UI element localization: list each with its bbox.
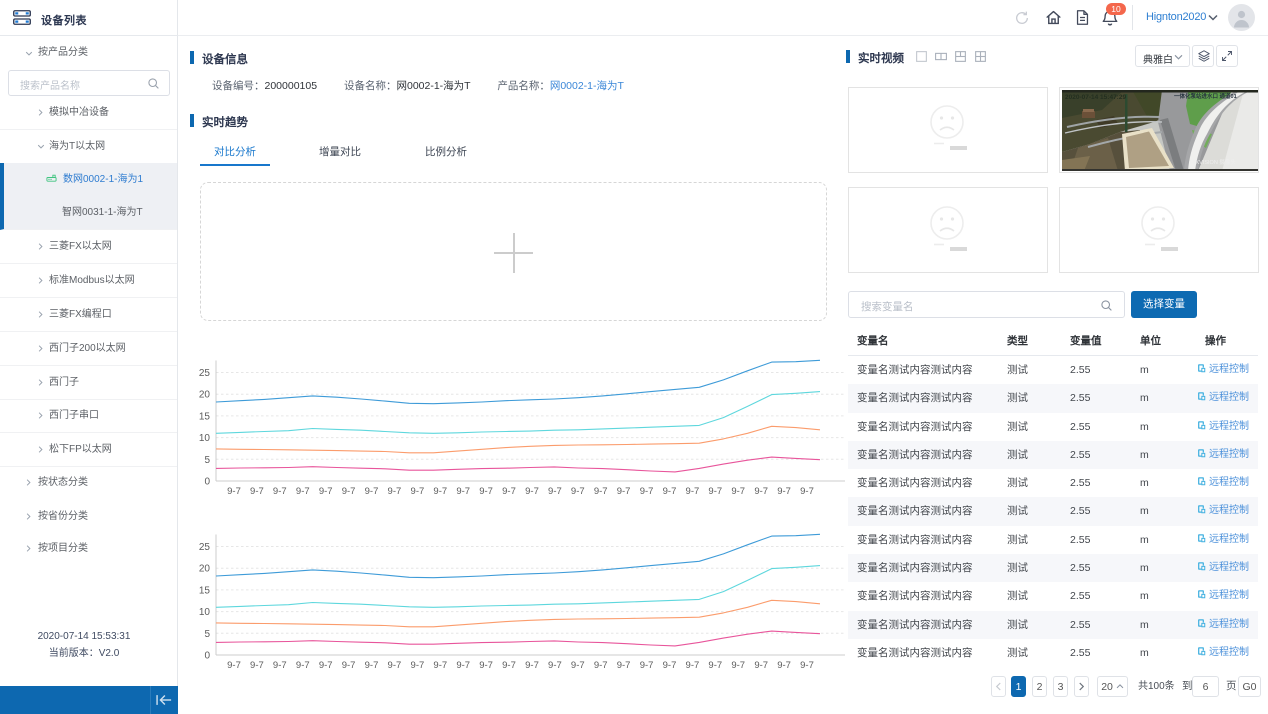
svg-text:9-7: 9-7 bbox=[365, 660, 379, 671]
svg-text:5: 5 bbox=[204, 455, 210, 466]
svg-text:25: 25 bbox=[199, 542, 211, 553]
svg-text:9-7: 9-7 bbox=[571, 486, 585, 497]
svg-text:9-7: 9-7 bbox=[411, 486, 425, 497]
svg-text:9-7: 9-7 bbox=[731, 660, 745, 671]
svg-text:20: 20 bbox=[199, 390, 211, 401]
svg-text:9-7: 9-7 bbox=[777, 660, 791, 671]
svg-text:9-7: 9-7 bbox=[502, 486, 516, 497]
svg-text:9-7: 9-7 bbox=[411, 660, 425, 671]
svg-text:9-7: 9-7 bbox=[479, 660, 493, 671]
svg-text:9-7: 9-7 bbox=[663, 660, 677, 671]
svg-text:9-7: 9-7 bbox=[479, 486, 493, 497]
svg-text:10: 10 bbox=[199, 607, 211, 618]
svg-text:9-7: 9-7 bbox=[594, 486, 608, 497]
svg-text:HIKVISION 摄像头: HIKVISION 摄像头 bbox=[1190, 158, 1236, 166]
svg-text:9-7: 9-7 bbox=[319, 660, 333, 671]
svg-text:9-7: 9-7 bbox=[296, 486, 310, 497]
svg-text:5: 5 bbox=[204, 629, 210, 640]
svg-text:25: 25 bbox=[199, 368, 211, 379]
svg-text:9-7: 9-7 bbox=[342, 660, 356, 671]
svg-text:9-7: 9-7 bbox=[388, 486, 402, 497]
svg-text:10: 10 bbox=[199, 433, 211, 444]
svg-text:9-7: 9-7 bbox=[365, 486, 379, 497]
svg-text:9-7: 9-7 bbox=[800, 486, 814, 497]
svg-text:9-7: 9-7 bbox=[640, 486, 654, 497]
svg-text:9-7: 9-7 bbox=[433, 486, 447, 497]
svg-text:20: 20 bbox=[199, 564, 211, 575]
svg-text:9-7: 9-7 bbox=[617, 486, 631, 497]
svg-text:9-7: 9-7 bbox=[777, 486, 791, 497]
svg-text:9-7: 9-7 bbox=[640, 660, 654, 671]
svg-text:9-7: 9-7 bbox=[525, 660, 539, 671]
svg-text:9-7: 9-7 bbox=[617, 660, 631, 671]
svg-text:0: 0 bbox=[204, 651, 210, 662]
svg-text:9-7: 9-7 bbox=[548, 660, 562, 671]
svg-text:9-7: 9-7 bbox=[273, 486, 287, 497]
svg-text:9-7: 9-7 bbox=[800, 660, 814, 671]
svg-text:9-7: 9-7 bbox=[342, 486, 356, 497]
svg-text:9-7: 9-7 bbox=[686, 486, 700, 497]
svg-text:9-7: 9-7 bbox=[548, 486, 562, 497]
svg-text:9-7: 9-7 bbox=[594, 660, 608, 671]
svg-text:9-7: 9-7 bbox=[731, 486, 745, 497]
svg-text:9-7: 9-7 bbox=[227, 486, 241, 497]
svg-text:9-7: 9-7 bbox=[456, 660, 470, 671]
svg-text:9-7: 9-7 bbox=[686, 660, 700, 671]
svg-text:9-7: 9-7 bbox=[319, 486, 333, 497]
svg-text:9-7: 9-7 bbox=[525, 486, 539, 497]
svg-text:9-7: 9-7 bbox=[708, 660, 722, 671]
svg-text:15: 15 bbox=[199, 585, 211, 596]
svg-text:9-7: 9-7 bbox=[273, 660, 287, 671]
svg-text:一体化泵站进水口 通道01: 一体化泵站进水口 通道01 bbox=[1174, 92, 1237, 100]
svg-text:15: 15 bbox=[199, 411, 211, 422]
svg-text:9-7: 9-7 bbox=[754, 486, 768, 497]
svg-text:9-7: 9-7 bbox=[708, 486, 722, 497]
svg-text:9-7: 9-7 bbox=[571, 660, 585, 671]
svg-text:0: 0 bbox=[204, 477, 210, 488]
svg-text:2020-07-14 15:47:29: 2020-07-14 15:47:29 bbox=[1065, 94, 1126, 101]
svg-text:9-7: 9-7 bbox=[250, 660, 264, 671]
svg-text:9-7: 9-7 bbox=[754, 660, 768, 671]
svg-text:9-7: 9-7 bbox=[502, 660, 516, 671]
svg-text:9-7: 9-7 bbox=[663, 486, 677, 497]
svg-text:9-7: 9-7 bbox=[250, 486, 264, 497]
svg-text:9-7: 9-7 bbox=[388, 660, 402, 671]
svg-text:9-7: 9-7 bbox=[227, 660, 241, 671]
svg-text:9-7: 9-7 bbox=[296, 660, 310, 671]
svg-text:9-7: 9-7 bbox=[433, 660, 447, 671]
svg-text:9-7: 9-7 bbox=[456, 486, 470, 497]
